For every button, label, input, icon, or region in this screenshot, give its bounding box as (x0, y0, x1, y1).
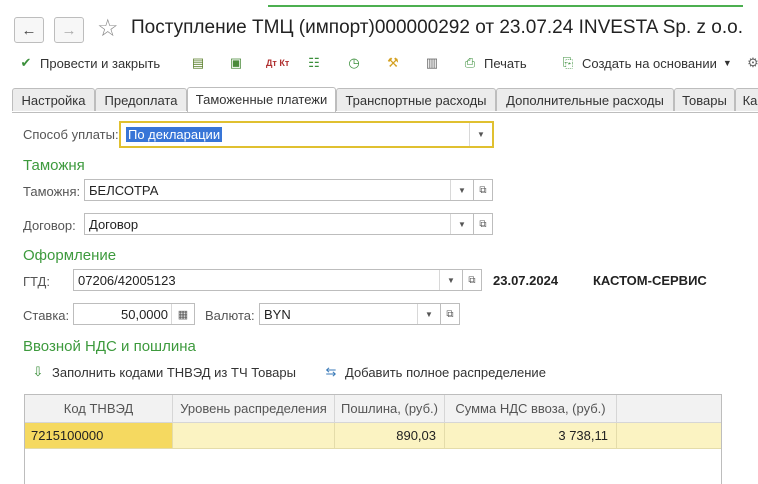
tab-transport-costs[interactable]: Транспортные расходы (336, 88, 496, 111)
printer-icon: ⎙ (464, 55, 476, 70)
tab-goods[interactable]: Товары (674, 88, 735, 111)
open-icon: ⧉ (446, 308, 454, 320)
tab-more[interactable]: Ка (735, 88, 758, 111)
hierarchy-icon: ☷ (308, 55, 320, 70)
document-post-icon: ▤ (191, 55, 205, 70)
tab-additional-costs[interactable]: Дополнительные расходы (496, 88, 674, 111)
registration-section-title: Оформление (23, 247, 117, 264)
calculator-icon[interactable]: ▦ (171, 304, 194, 324)
post-and-close-label: Провести и закрыть (40, 55, 161, 71)
fill-codes-button[interactable]: ⇩ Заполнить кодами ТНВЭД из ТЧ Товары (30, 361, 296, 383)
table-cell-vat[interactable]: 3 738,11 (445, 423, 617, 449)
customs-label: Таможня: (23, 184, 81, 199)
print-label: Печать (484, 55, 527, 71)
gtd-open-button[interactable]: ⧉ (462, 269, 482, 291)
currency-field[interactable]: BYN ▼ (259, 303, 441, 325)
column-header-filler (617, 395, 721, 423)
payment-method-label: Способ уплаты: (23, 127, 119, 142)
monitor-icon: ▥ (425, 55, 439, 70)
customs-field[interactable]: БЕЛСОТРА ▼ (84, 179, 474, 201)
contract-value: Договор (89, 217, 139, 232)
favorite-star-icon[interactable]: ☆ (97, 14, 119, 43)
currency-open-button[interactable]: ⧉ (440, 303, 460, 325)
currency-value: BYN (264, 307, 291, 322)
arrow-right-icon: → (61, 21, 77, 39)
create-based-on-button[interactable]: ⎘ Создать на основании ▼ (560, 52, 732, 74)
clear-button[interactable]: ⚒ (385, 52, 407, 74)
table-cell-code[interactable]: 7215100000 (25, 423, 173, 449)
active-window-indicator (268, 0, 743, 7)
print-button[interactable]: ⎙ Печать (462, 52, 527, 74)
gtd-field[interactable]: 07206/42005123 ▼ (73, 269, 463, 291)
contract-open-button[interactable]: ⧉ (473, 213, 493, 235)
back-button[interactable]: ← (14, 17, 44, 43)
currency-label: Валюта: (205, 308, 255, 323)
post-icon: ✔ (20, 55, 32, 70)
save-icon: ▣ (229, 55, 243, 70)
report-button[interactable]: ▥ (424, 52, 446, 74)
rate-field[interactable]: 50,0000 ▦ (73, 303, 195, 325)
create-based-label: Создать на основании (582, 55, 717, 71)
chevron-down-icon[interactable]: ▼ (417, 304, 440, 324)
customs-duty-table: Код ТНВЭД Уровень распределения Пошлина,… (24, 394, 722, 484)
tab-settings[interactable]: Настройка (12, 88, 95, 111)
dtkt-icon: Дт Кт (266, 58, 290, 68)
add-distribution-button[interactable]: ⇆ Добавить полное распределение (323, 361, 546, 383)
broom-icon: ⚒ (387, 55, 399, 70)
fill-codes-label: Заполнить кодами ТНВЭД из ТЧ Товары (52, 364, 296, 380)
clock-icon: ◷ (348, 55, 360, 70)
rate-value: 50,0000 (121, 307, 168, 322)
customs-section-title: Таможня (23, 157, 85, 174)
table-cell-filler (617, 423, 721, 449)
add-distribution-label: Добавить полное распределение (345, 364, 546, 380)
open-icon: ⧉ (479, 218, 487, 230)
dtkt-button[interactable]: Дт Кт (266, 52, 289, 74)
forward-button[interactable]: → (54, 17, 84, 43)
chevron-down-icon[interactable]: ▼ (450, 214, 473, 234)
vat-section-title: Ввозной НДС и пошлина (23, 338, 196, 355)
customs-open-button[interactable]: ⧉ (473, 179, 493, 201)
gtd-date: 23.07.2024 (493, 273, 559, 288)
history-button[interactable]: ◷ (346, 52, 368, 74)
column-header-vat[interactable]: Сумма НДС ввоза, (руб.) (445, 395, 617, 423)
save-button[interactable]: ▣ (228, 52, 250, 74)
gtd-label: ГТД: (23, 274, 50, 289)
create-based-icon: ⎘ (562, 55, 574, 70)
tab-prepayment[interactable]: Предоплата (95, 88, 187, 111)
gtd-value: 07206/42005123 (78, 273, 176, 288)
distribute-icon: ⇆ (325, 364, 337, 379)
tab-bar: Настройка Предоплата Таможенные платежи … (12, 87, 758, 113)
column-header-level[interactable]: Уровень распределения (173, 395, 335, 423)
fill-down-icon: ⇩ (32, 364, 44, 379)
customs-broker: КАСТОМ-СЕРВИС (593, 273, 707, 288)
customs-value: БЕЛСОТРА (89, 183, 159, 198)
chevron-down-icon: ▼ (722, 58, 732, 68)
open-icon: ⧉ (468, 274, 476, 286)
chevron-down-icon[interactable]: ▼ (469, 123, 492, 146)
post-and-close-button[interactable]: ✔ Провести и закрыть (18, 52, 161, 74)
gear-icon: ⚙ (747, 55, 758, 70)
contract-label: Договор: (23, 218, 76, 233)
column-header-duty[interactable]: Пошлина, (руб.) (335, 395, 445, 423)
payment-method-select[interactable]: По декларации ▼ (119, 121, 494, 148)
chevron-down-icon[interactable]: ▼ (439, 270, 462, 290)
payment-method-value: По декларации (126, 127, 223, 142)
table-cell-duty[interactable]: 890,03 (335, 423, 445, 449)
chevron-down-icon[interactable]: ▼ (450, 180, 473, 200)
settings-button[interactable]: ⚙ (745, 52, 758, 74)
contract-field[interactable]: Договор ▼ (84, 213, 474, 235)
tab-customs-payments[interactable]: Таможенные платежи (187, 87, 336, 112)
rate-label: Ставка: (23, 308, 70, 323)
column-header-code[interactable]: Код ТНВЭД (25, 395, 173, 423)
arrow-left-icon: ← (21, 21, 37, 39)
post-button[interactable]: ▤ (190, 52, 212, 74)
structure-button[interactable]: ☷ (306, 52, 328, 74)
open-icon: ⧉ (479, 184, 487, 196)
table-cell-level[interactable] (173, 423, 335, 449)
page-title: Поступление ТМЦ (импорт)000000292 от 23.… (131, 17, 743, 38)
